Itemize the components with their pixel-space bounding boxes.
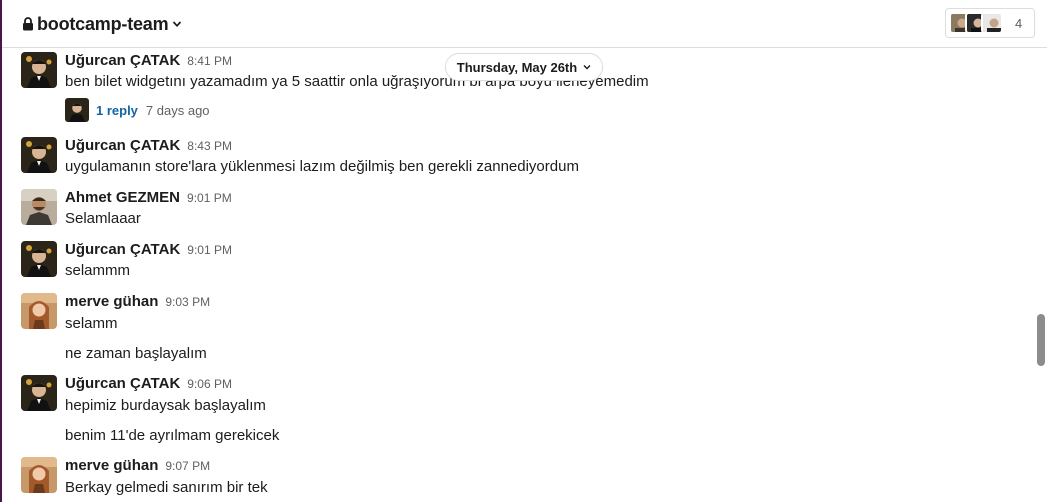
message-timestamp[interactable]: 9:01 PM xyxy=(187,191,232,205)
message-text-followup: benim 11'de ayrılmam gerekicek xyxy=(65,427,280,444)
message-text: selamm xyxy=(65,315,118,332)
message-text: Selamlaaar xyxy=(65,210,141,227)
message-author[interactable]: merve gühan xyxy=(65,293,158,310)
message-timestamp[interactable]: 8:43 PM xyxy=(187,139,232,153)
thread-last-reply: 7 days ago xyxy=(145,102,210,118)
channel-title: bootcamp-team xyxy=(37,13,169,34)
message-author[interactable]: Uğurcan ÇATAK xyxy=(65,241,180,258)
channel-header: bootcamp-team 4 xyxy=(2,0,1047,48)
chevron-down-icon xyxy=(173,21,182,28)
avatar[interactable] xyxy=(21,137,57,173)
thread-summary[interactable]: 1 reply 7 days ago xyxy=(65,98,210,122)
message-author[interactable]: Uğurcan ÇATAK xyxy=(65,137,180,154)
avatar[interactable] xyxy=(21,52,57,88)
message: Uğurcan ÇATAK 9:06 PM hepimiz burdaysak … xyxy=(2,375,1022,447)
message-text: hepimiz burdaysak başlayalım xyxy=(65,397,266,414)
message-author[interactable]: merve gühan xyxy=(65,457,158,474)
message: Ahmet GEZMEN 9:01 PM Selamlaaar xyxy=(2,189,1022,231)
message-timestamp[interactable]: 9:07 PM xyxy=(165,459,210,473)
members-button[interactable]: 4 xyxy=(945,8,1035,38)
message-timestamp[interactable]: 9:06 PM xyxy=(187,377,232,391)
lock-icon xyxy=(23,17,33,31)
date-divider-button[interactable]: Thursday, May 26th xyxy=(445,53,603,81)
member-count: 4 xyxy=(1015,15,1023,31)
scrollbar-thumb[interactable] xyxy=(1037,314,1045,366)
message-timestamp[interactable]: 8:41 PM xyxy=(187,54,232,68)
message-timestamp[interactable]: 9:03 PM xyxy=(165,295,210,309)
chevron-down-icon xyxy=(583,65,591,70)
avatar[interactable] xyxy=(21,457,57,493)
avatar[interactable] xyxy=(21,375,57,411)
message-author[interactable]: Uğurcan ÇATAK xyxy=(65,375,180,392)
message-text: selammm xyxy=(65,262,131,279)
message-text: uygulamanın store'lara yüklenmesi lazım … xyxy=(65,158,579,175)
message-author[interactable]: Uğurcan ÇATAK xyxy=(65,52,180,69)
message-text: Berkay gelmedi sanırım bir tek xyxy=(65,479,268,496)
thread-replies-link[interactable]: 1 reply xyxy=(96,103,138,118)
reply-avatar xyxy=(65,98,89,122)
message: merve gühan 9:03 PM selamm ne zaman başl… xyxy=(2,293,1022,365)
date-label: Thursday, May 26th xyxy=(456,59,578,75)
message: Uğurcan ÇATAK 8:43 PM uygulamanın store'… xyxy=(2,137,1022,179)
avatar[interactable] xyxy=(21,189,57,225)
member-avatar xyxy=(981,12,1003,34)
message-text-followup: ne zaman başlayalım xyxy=(65,345,207,362)
channel-title-button[interactable]: bootcamp-team xyxy=(22,12,182,36)
message-author[interactable]: Ahmet GEZMEN xyxy=(65,189,180,206)
message-timestamp[interactable]: 9:01 PM xyxy=(187,243,232,257)
message: merve gühan 9:07 PM Berkay gelmedi sanır… xyxy=(2,457,1022,502)
message: Uğurcan ÇATAK 9:01 PM selammm xyxy=(2,241,1022,283)
avatar[interactable] xyxy=(21,241,57,277)
avatar[interactable] xyxy=(21,293,57,329)
